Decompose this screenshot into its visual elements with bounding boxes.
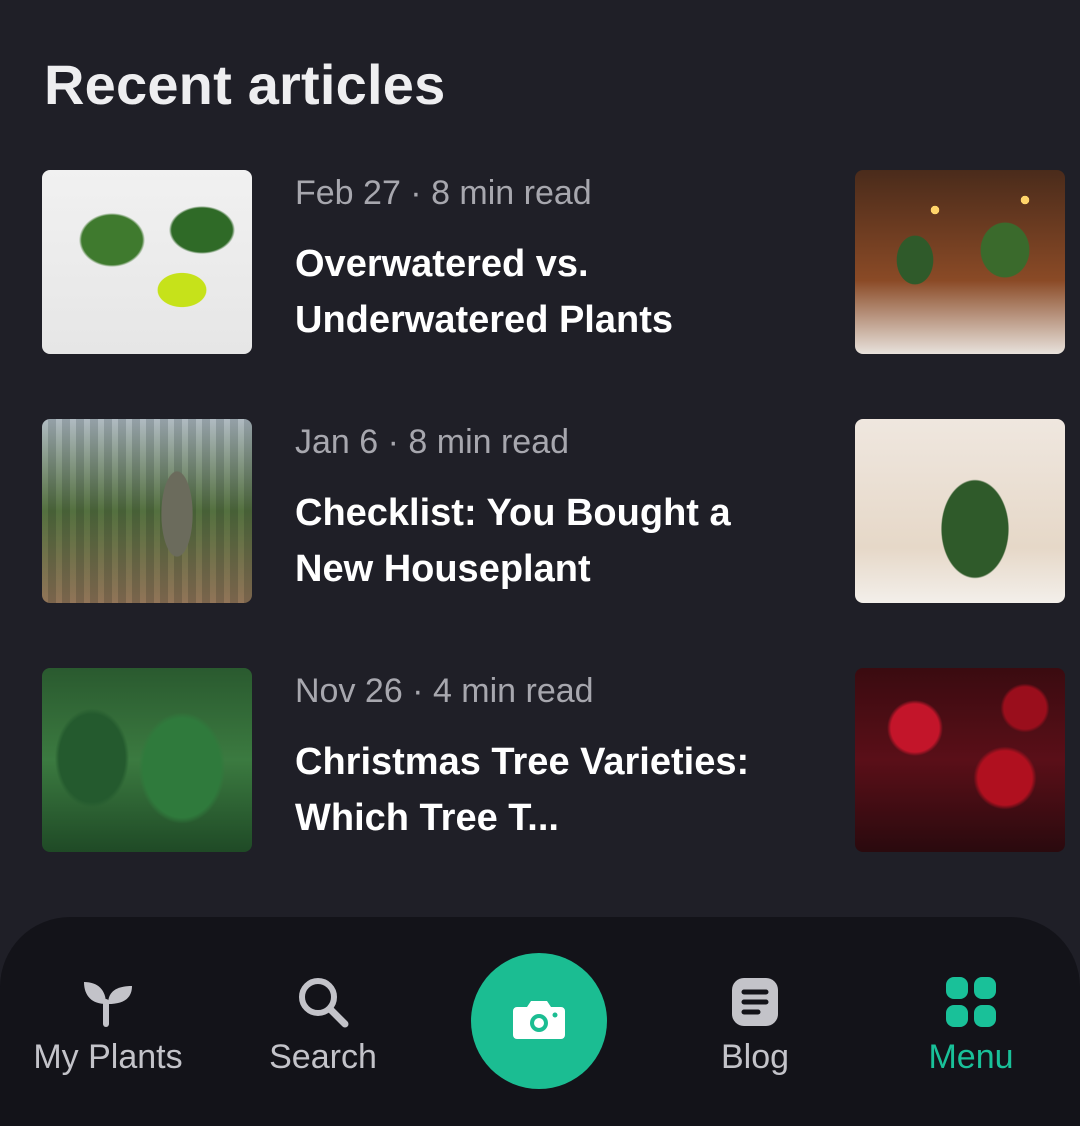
article-card[interactable]: Nov 26 · 4 min read Christmas Tree Varie…	[0, 668, 1080, 852]
nav-item-my-plants[interactable]: My Plants	[8, 972, 208, 1077]
nav-label: Blog	[720, 1038, 790, 1076]
article-thumbnail[interactable]	[42, 419, 252, 603]
article-card[interactable]: Jan 6 · 8 min read Checklist: You Bought…	[0, 419, 1080, 603]
nav-item-blog[interactable]: Blog	[655, 972, 855, 1077]
article-thumbnail-preview[interactable]	[855, 170, 1065, 354]
nav-item-search[interactable]: Search	[223, 972, 423, 1077]
sprout-icon	[8, 972, 208, 1032]
search-icon	[223, 972, 423, 1032]
nav-label: Search	[269, 1038, 377, 1076]
article-meta: Jan 6 · 8 min read	[295, 423, 570, 461]
article-title[interactable]: Overwatered vs. Underwatered Plants	[295, 236, 815, 348]
article-thumbnail-preview[interactable]	[855, 668, 1065, 852]
article-thumbnail[interactable]	[42, 170, 252, 354]
document-icon	[655, 972, 855, 1032]
nav-item-menu[interactable]: Menu	[871, 972, 1071, 1077]
nav-label: My Plants	[33, 1038, 183, 1076]
article-title[interactable]: Checklist: You Bought a New Houseplant	[295, 485, 815, 597]
grid-icon	[871, 972, 1071, 1032]
camera-button[interactable]	[471, 953, 607, 1089]
article-meta: Nov 26 · 4 min read	[295, 672, 594, 710]
section-title: Recent articles	[44, 53, 446, 116]
article-meta: Feb 27 · 8 min read	[295, 174, 592, 212]
article-card[interactable]: Feb 27 · 8 min read Overwatered vs. Unde…	[0, 170, 1080, 354]
article-thumbnail-preview[interactable]	[855, 419, 1065, 603]
bottom-navigation: My Plants Search Blog Menu	[0, 917, 1080, 1126]
camera-icon	[511, 995, 567, 1048]
article-thumbnail[interactable]	[42, 668, 252, 852]
article-title[interactable]: Christmas Tree Varieties: Which Tree T..…	[295, 734, 815, 846]
nav-label: Menu	[928, 1038, 1014, 1076]
blog-page: Recent articles Feb 27 · 8 min read Over…	[0, 0, 1080, 1126]
